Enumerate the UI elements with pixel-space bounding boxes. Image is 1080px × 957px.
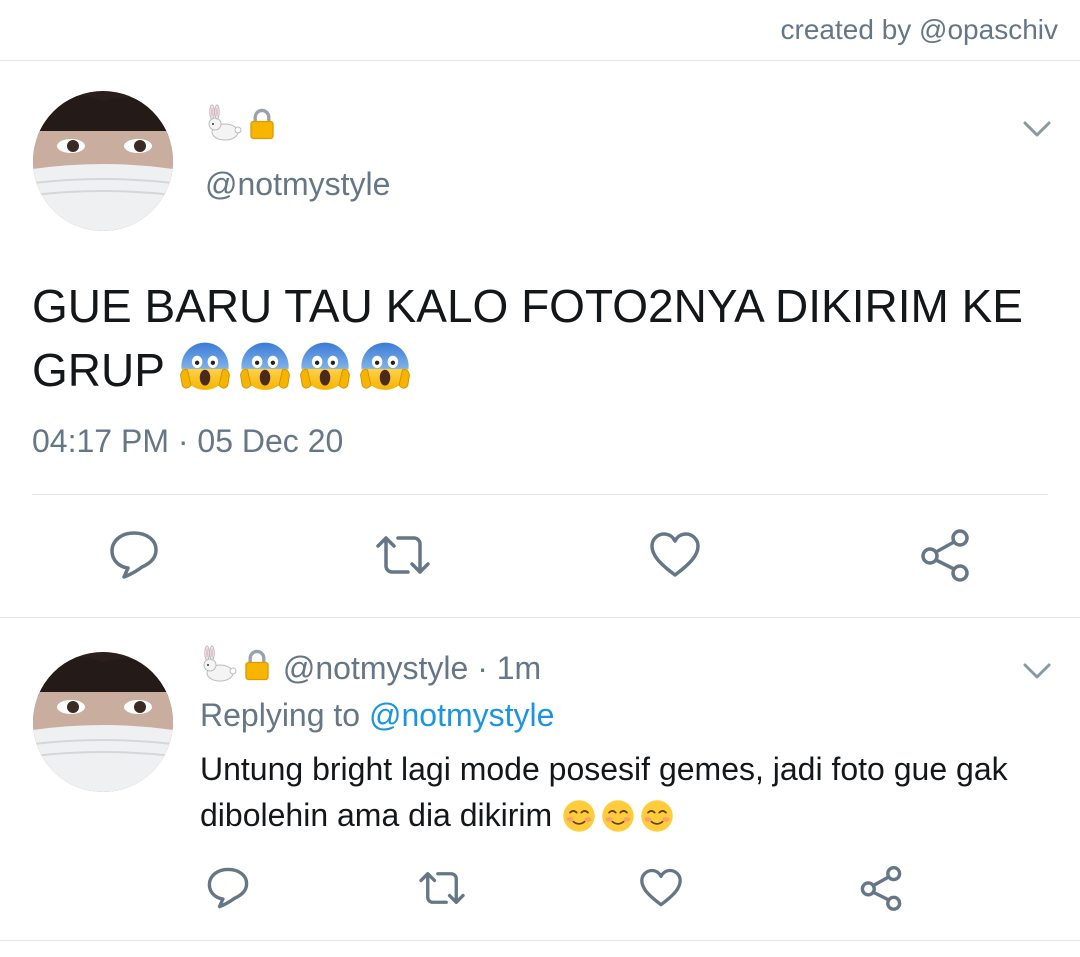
- bottom-divider: [0, 940, 1080, 941]
- retweet-icon: [419, 872, 465, 904]
- share-icon: [860, 866, 902, 911]
- display-name[interactable]: [205, 104, 279, 147]
- scream-emoji-icon: [297, 340, 353, 396]
- share-button[interactable]: [851, 858, 911, 918]
- reply-text: Untung bright lagi mode posesif gemes, j…: [200, 746, 1060, 838]
- meta-divider: [32, 494, 1048, 495]
- timestamp[interactable]: 04:17 PM · 05 Dec 20: [32, 423, 343, 460]
- handle[interactable]: @notmystyle: [205, 166, 390, 203]
- credit-text: created by @opaschiv: [780, 14, 1058, 45]
- separator-dot: ·: [477, 650, 488, 686]
- retweet-button[interactable]: [373, 525, 433, 585]
- replying-to: Replying to @notmystyle: [200, 697, 554, 734]
- replying-handle-link[interactable]: @notmystyle: [369, 697, 554, 733]
- smiling-face-emoji-icon: [600, 798, 636, 834]
- reply-handle[interactable]: @notmystyle: [283, 650, 468, 686]
- retweet-button[interactable]: [412, 858, 472, 918]
- reply-avatar[interactable]: [33, 652, 173, 792]
- scream-emoji-icon: [177, 340, 233, 396]
- smiling-face-emoji-icon: [561, 798, 597, 834]
- like-button[interactable]: [631, 858, 691, 918]
- reply-button[interactable]: [198, 858, 258, 918]
- smiling-face-emoji-icon: [639, 798, 675, 834]
- lock-icon: [245, 104, 279, 144]
- rabbit-icon: [200, 645, 240, 685]
- blush-emojis: [561, 797, 678, 833]
- reply-header: @notmystyle · 1m: [200, 645, 541, 687]
- top-divider: [0, 60, 1080, 61]
- share-icon: [921, 529, 969, 582]
- reply-icon: [207, 867, 249, 909]
- chevron-down-icon[interactable]: [1022, 662, 1052, 680]
- scream-emoji-icon: [357, 340, 413, 396]
- replying-label: Replying to: [200, 697, 361, 733]
- tweet-time: 04:17 PM: [32, 423, 169, 459]
- reply-icon: [110, 531, 158, 579]
- scream-emoji-icon: [237, 340, 293, 396]
- reply-button[interactable]: [104, 525, 164, 585]
- reply-age[interactable]: 1m: [497, 650, 541, 686]
- tweet-date: 05 Dec 20: [197, 423, 344, 459]
- scream-emojis: [177, 344, 417, 396]
- heart-icon: [650, 532, 700, 577]
- share-button[interactable]: [915, 525, 975, 585]
- like-button[interactable]: [645, 525, 705, 585]
- retweet-icon: [376, 536, 430, 574]
- rabbit-icon: [205, 104, 245, 144]
- avatar[interactable]: [33, 91, 173, 231]
- tweet-text: GUE BARU TAU KALO FOTO2NYA DIKIRIM KE GR…: [32, 274, 1042, 402]
- separator-dot: ·: [177, 423, 189, 459]
- chevron-down-icon[interactable]: [1022, 120, 1052, 138]
- heart-icon: [640, 868, 682, 907]
- tweet-divider: [0, 617, 1080, 618]
- lock-icon: [240, 645, 274, 685]
